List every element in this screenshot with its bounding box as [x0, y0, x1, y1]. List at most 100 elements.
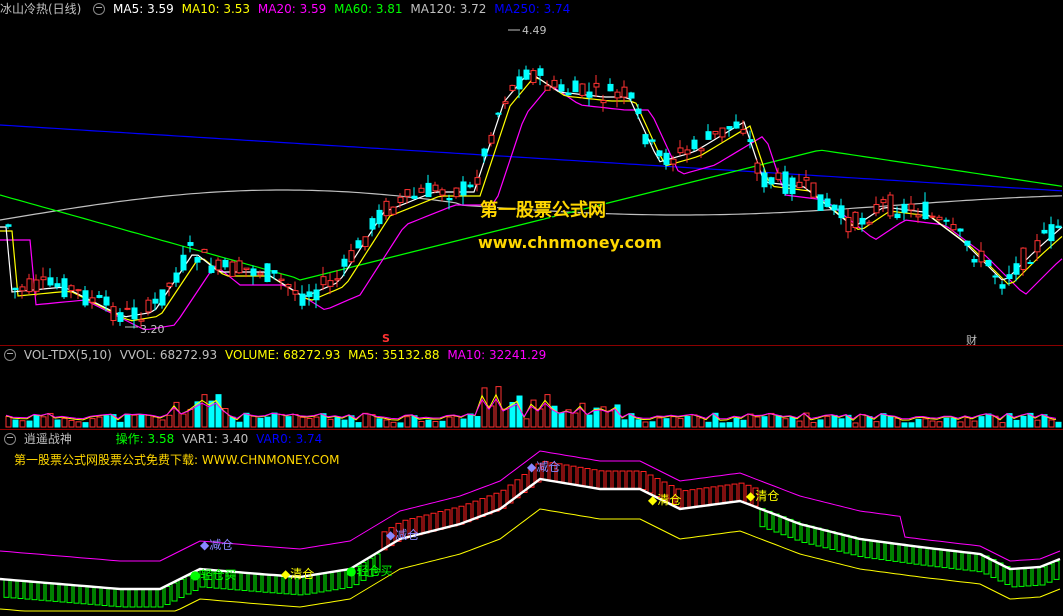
indicator-main-line	[0, 477, 1061, 591]
ma250-line	[0, 124, 1063, 192]
candle-body	[110, 306, 117, 322]
indicator-bar	[1046, 563, 1053, 583]
ma5-value: MA5: 3.59	[113, 2, 174, 16]
indicator-bar	[857, 538, 864, 557]
signal-reduce: ◆减仓	[527, 460, 561, 474]
candle-body	[733, 121, 740, 129]
signal-label: 减仓	[395, 528, 420, 542]
candle-body	[691, 139, 698, 150]
volume-bar	[467, 413, 474, 428]
volume-bar	[432, 420, 439, 428]
volume-bar	[705, 421, 712, 428]
indicator-bar	[255, 573, 262, 593]
indicator-bar	[584, 468, 591, 487]
ma10-value: MA10: 3.53	[181, 2, 251, 16]
volume-bar	[663, 418, 670, 428]
volume-bar	[124, 413, 131, 428]
candle-body	[404, 189, 411, 197]
volume-bar	[152, 416, 159, 428]
volume-pane[interactable]: VOL-TDX(5,10) VVOL: 68272.93 VOLUME: 682…	[0, 345, 1063, 429]
candle-body	[747, 139, 754, 142]
volume-bar	[978, 416, 985, 428]
candle-body	[117, 312, 124, 322]
candle-body	[537, 68, 544, 76]
candle-body	[852, 211, 859, 228]
indicator-bar	[1053, 560, 1060, 580]
vol-ma10-value: MA10: 32241.29	[447, 348, 547, 362]
ma5-line	[0, 72, 1063, 318]
signal-clear: ◆清仓	[648, 493, 682, 507]
candle-body	[222, 259, 229, 268]
candle-body	[75, 289, 82, 292]
volume-bar	[82, 422, 89, 428]
candle-body	[915, 214, 922, 218]
volume-bar	[1020, 415, 1027, 428]
candlestick-chart[interactable]	[0, 0, 1063, 345]
volume-bar	[922, 418, 929, 428]
ma250-value: MA250: 3.74	[494, 2, 571, 16]
candle-body	[985, 259, 992, 267]
indicator-title: 逍遥战神	[23, 432, 72, 446]
candle-body	[817, 194, 824, 211]
volume-bar	[530, 399, 537, 428]
volume-toggle-icon[interactable]	[4, 348, 16, 361]
volume-bar	[145, 414, 152, 428]
candle-body	[47, 277, 54, 286]
candle-body	[145, 299, 152, 313]
price-chart-pane[interactable]: 冰山冷热(日线) MA5: 3.59 MA10: 3.53 MA20: 3.59…	[0, 0, 1063, 345]
volume-bar	[61, 418, 68, 428]
volume-bar	[257, 417, 264, 428]
indicator-bar	[80, 585, 87, 605]
signal-label: 减仓	[536, 460, 561, 474]
s-marker: S	[382, 332, 390, 345]
volume-bar	[621, 419, 628, 428]
indicator-toggle-icon[interactable]	[93, 2, 106, 15]
volume-bar	[313, 416, 320, 428]
indicator-bar	[101, 587, 108, 606]
candle-body	[1034, 240, 1041, 253]
volume-bar	[355, 422, 362, 428]
volume-bar	[943, 417, 950, 428]
volume-bar	[187, 408, 194, 428]
volume-bar	[404, 416, 411, 428]
candle-body	[824, 198, 831, 207]
indicator-bar	[59, 583, 66, 603]
candle-body	[740, 129, 747, 134]
candle-body	[292, 290, 299, 295]
candle-body	[558, 84, 565, 92]
candle-body	[208, 265, 215, 273]
signal-label: 清仓	[290, 567, 315, 581]
candle-body	[460, 181, 467, 196]
volume-bar	[390, 421, 397, 428]
indicator-pane[interactable]: 逍遥战神 操作: 3.58 VAR1: 3.40 VAR0: 3.74 第一股票…	[0, 429, 1063, 616]
signal-label: 清仓	[755, 489, 780, 503]
volume-bar	[915, 418, 922, 428]
volume-bar	[439, 420, 446, 428]
volume-bar	[138, 413, 145, 428]
candle-body	[530, 70, 537, 84]
volume-bar	[341, 419, 348, 428]
indicator-bar	[591, 469, 598, 489]
volume-bar	[33, 414, 40, 428]
volume-bar	[159, 419, 166, 428]
candle-body	[523, 69, 530, 80]
volume-bar	[817, 419, 824, 428]
signal-label: 轻仓买	[356, 564, 393, 578]
indicator-pane-toggle-icon[interactable]	[4, 432, 16, 445]
candle-body	[1020, 247, 1027, 271]
candle-body	[341, 258, 348, 267]
indicator-bar	[724, 484, 731, 504]
volume-bar	[376, 418, 383, 428]
indicator-bar	[1018, 567, 1025, 587]
candle-body	[761, 172, 768, 188]
volume-bar	[985, 413, 992, 428]
candle-body	[845, 216, 852, 233]
candle-body	[411, 195, 418, 199]
indicator-bar	[577, 466, 584, 486]
candle-body	[348, 250, 355, 263]
indicator-lower-line	[0, 508, 1061, 612]
signal-label: 清仓	[657, 493, 682, 507]
candle-body	[362, 236, 369, 248]
candle-body	[971, 258, 978, 263]
indicator-bar	[899, 543, 906, 563]
